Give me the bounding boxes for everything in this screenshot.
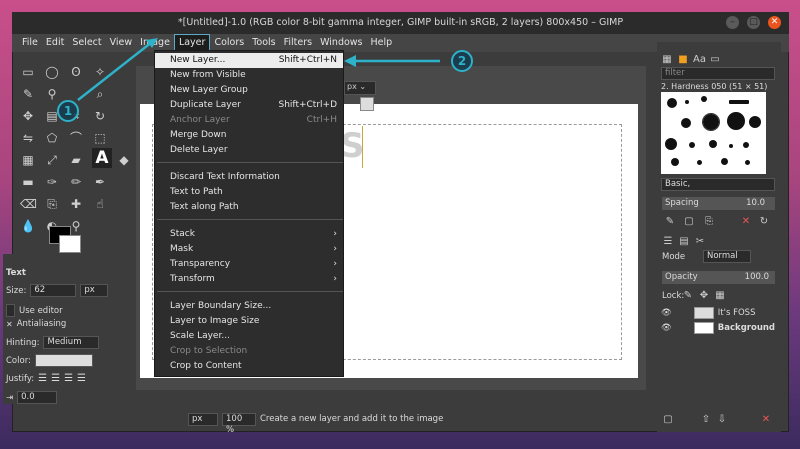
annotation-arrowhead: [344, 55, 356, 67]
annotation-arrow: [77, 41, 153, 101]
annotation-overlay: [77, 38, 440, 101]
annotation-step-one: 1: [57, 100, 79, 122]
annotation-step-two: 2: [451, 50, 473, 72]
